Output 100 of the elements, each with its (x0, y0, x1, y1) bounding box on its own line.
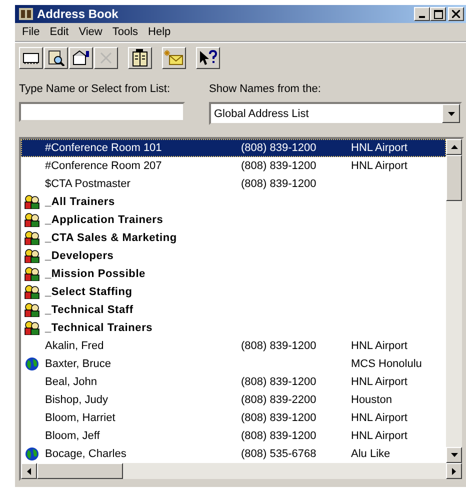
maximize-icon (434, 10, 442, 18)
name-cell-text: Bloom, Jeff (44, 430, 101, 442)
house-icon (72, 50, 90, 66)
name-cell-text: Beal, John (44, 376, 98, 388)
phone-cell: (808) 535-6768 (241, 448, 316, 460)
address-list-row[interactable]: Beal, John (808) 839-1200 HNL Airport (21, 373, 446, 391)
minimize-button[interactable] (414, 7, 430, 21)
address-list-row[interactable]: _Application Trainers (21, 211, 446, 229)
toolbar-button[interactable] (19, 47, 43, 69)
horizontal-scrollbar[interactable] (21, 463, 462, 479)
delete-icon (98, 50, 114, 66)
field-label: Show Names from the: (209, 83, 322, 95)
scroll-thumb[interactable] (37, 463, 123, 479)
scroll-up-button[interactable] (446, 139, 462, 155)
phone-cell: (808) 839-1200 (241, 376, 316, 388)
address-list-row[interactable]: Bishop, Judy (808) 839-2200 Houston (21, 391, 446, 409)
group-icon (24, 321, 40, 335)
location-cell: HNL Airport (351, 160, 408, 172)
location-cell: HNL Airport (351, 412, 408, 424)
envelope-icon (164, 50, 184, 66)
phone-cell: (808) 839-1200 (241, 160, 316, 172)
toolbar-button[interactable] (69, 47, 93, 69)
group-icon (24, 303, 40, 317)
name-cell-text: _CTA Sales & Marketing (44, 232, 178, 244)
address-list-row[interactable]: $CTA Postmaster (808) 839-1200 (21, 175, 446, 193)
toolbar-button[interactable] (162, 47, 186, 69)
address-list-row[interactable]: #Conference Room 207 (808) 839-1200 HNL Airport (21, 157, 446, 175)
name-cell-text: Bocage, Charles (44, 448, 128, 460)
address-list-row[interactable]: _Mission Possible (21, 265, 446, 283)
phone-cell: (808) 839-1200 (241, 142, 316, 154)
name-cell-text: _Mission Possible (44, 268, 146, 280)
phone-cell: (808) 839-1200 (241, 430, 316, 442)
address-list-row[interactable]: Bloom, Harriet (808) 839-1200 HNL Airport (21, 409, 446, 427)
name-cell-text: Bloom, Harriet (44, 412, 116, 424)
address-list-row[interactable]: _CTA Sales & Marketing (21, 229, 446, 247)
menu-item[interactable]: View (74, 26, 108, 38)
menu-item[interactable]: File (17, 26, 45, 38)
address-list-row[interactable]: _Technical Staff (21, 301, 446, 319)
location-cell: MCS Honolulu (351, 358, 422, 370)
up-arrow-icon (450, 145, 458, 149)
name-cell-text: $CTA Postmaster (44, 178, 132, 190)
scroll-left-button[interactable] (21, 463, 37, 479)
name-cell-text: #Conference Room 101 (44, 142, 163, 154)
group-icon (24, 231, 40, 245)
address-list-row[interactable]: Akalin, Fred (808) 839-1200 HNL Airport (21, 337, 446, 355)
field-label: Type Name or Select from List: (19, 83, 171, 95)
name-input-field[interactable] (19, 102, 185, 122)
right-arrow-icon (452, 468, 456, 474)
phone-cell: (808) 839-1200 (241, 178, 316, 190)
group-icon (24, 249, 40, 263)
toolbar-button[interactable] (128, 47, 152, 69)
address-list-row[interactable]: _Developers (21, 247, 446, 265)
help-button[interactable] (196, 47, 220, 69)
name-cell-text: _Technical Staff (44, 304, 134, 316)
name-cell-text: _All Trainers (44, 196, 116, 208)
address-list-row[interactable]: _All Trainers (21, 193, 446, 211)
name-cell-text: Baxter, Bruce (44, 358, 112, 370)
close-button[interactable] (448, 7, 464, 21)
name-cell-text: _Technical Trainers (44, 322, 154, 334)
group-icon (24, 267, 40, 281)
scroll-down-button[interactable] (446, 447, 462, 463)
name-cell-text: Akalin, Fred (44, 340, 105, 352)
phone-cell: (808) 839-2200 (241, 394, 316, 406)
globe-icon (25, 357, 39, 371)
menu-item[interactable]: Help (143, 26, 176, 38)
book-icon (131, 49, 149, 67)
scroll-right-button[interactable] (446, 463, 462, 479)
location-cell: Houston (351, 394, 392, 406)
address-list-row[interactable]: Baxter, Bruce MCS Honolulu (21, 355, 446, 373)
address-list-row[interactable]: Bloom, Jeff (808) 839-1200 HNL Airport (21, 427, 446, 445)
address-list-row[interactable]: #Conference Room 101 (808) 839-1200 HNL Airport (21, 139, 446, 157)
group-icon (24, 195, 40, 209)
help-icon (198, 50, 218, 66)
left-arrow-icon (27, 468, 31, 474)
address-list-row[interactable]: _Select Staffing (21, 283, 446, 301)
location-cell: HNL Airport (351, 340, 408, 352)
location-cell: HNL Airport (351, 430, 408, 442)
name-cell-text: _Application Trainers (44, 214, 164, 226)
maximize-button[interactable] (430, 7, 446, 21)
scroll-thumb[interactable] (446, 155, 462, 201)
address-list-dropdown[interactable]: Global Address List (209, 102, 462, 125)
close-icon (452, 10, 460, 18)
phone-cell: (808) 839-1200 (241, 412, 316, 424)
search-icon (47, 50, 65, 66)
globe-icon (25, 447, 39, 461)
group-icon (24, 285, 40, 299)
name-cell-text: Bishop, Judy (44, 394, 109, 406)
toolbar-button[interactable] (44, 47, 68, 69)
address-book-icon (19, 8, 33, 20)
vertical-scrollbar[interactable] (446, 139, 462, 463)
address-list-row[interactable]: Bocage, Charles (808) 535-6768 Alu Like (21, 445, 446, 463)
menu-item[interactable]: Tools (107, 26, 144, 38)
name-cell-text: _Developers (44, 250, 115, 262)
address-list-row[interactable]: _Technical Trainers (21, 319, 446, 337)
window-title: Address Book (37, 7, 120, 21)
location-cell: HNL Airport (351, 142, 408, 154)
group-icon (24, 213, 40, 227)
menu-item[interactable]: Edit (44, 26, 74, 38)
location-cell: HNL Airport (351, 376, 408, 388)
phone-cell: (808) 839-1200 (241, 340, 316, 352)
